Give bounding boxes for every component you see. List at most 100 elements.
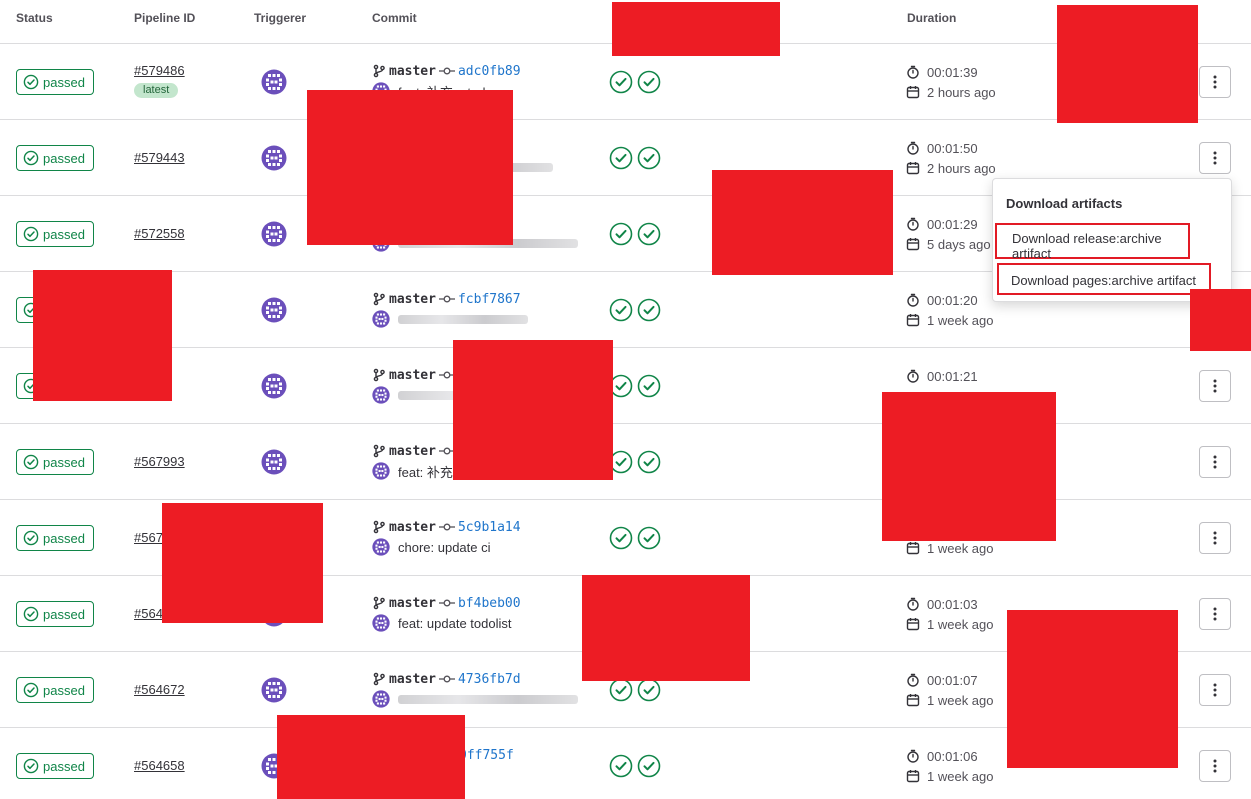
calendar-icon xyxy=(906,769,920,783)
timer-icon xyxy=(906,749,920,763)
commit-ref: master 4736fb7d xyxy=(372,670,521,688)
calendar-icon xyxy=(906,161,920,175)
calendar-icon xyxy=(906,693,920,707)
triggerer-avatar[interactable] xyxy=(261,145,287,171)
pipeline-id-link[interactable]: #564 xyxy=(134,606,163,621)
stage-success-icon[interactable] xyxy=(637,754,661,778)
status-badge[interactable]: passed xyxy=(16,753,94,779)
triggerer-avatar[interactable] xyxy=(261,449,287,475)
pipeline-actions-button[interactable] xyxy=(1199,142,1231,174)
commit-sha-link[interactable]: 5c9b1a14 xyxy=(458,520,521,535)
pipeline-actions-button[interactable] xyxy=(1199,750,1231,782)
commit-sha-link[interactable]: adc0fb89 xyxy=(458,64,521,79)
stage-success-icon[interactable] xyxy=(637,70,661,94)
stage-success-icon[interactable] xyxy=(609,298,633,322)
artifacts-dropdown: Download artifacts Download release:arch… xyxy=(992,178,1232,302)
branch-name[interactable]: master xyxy=(389,368,436,383)
branch-name[interactable]: master xyxy=(389,596,436,611)
redaction-block xyxy=(162,503,323,623)
author-avatar xyxy=(372,462,390,480)
check-circle-icon xyxy=(23,530,39,546)
finished-at: 1 week ago xyxy=(906,767,994,785)
timer-icon xyxy=(906,293,920,307)
stage-success-icon[interactable] xyxy=(609,526,633,550)
triggerer-avatar[interactable] xyxy=(261,69,287,95)
stage-success-icon[interactable] xyxy=(637,526,661,550)
pipeline-stages xyxy=(609,298,661,322)
pipeline-id-link[interactable]: #579443 xyxy=(134,150,185,165)
commit-sha-link[interactable]: bf4beb00 xyxy=(458,596,521,611)
branch-name[interactable]: master xyxy=(389,64,436,79)
status-badge[interactable]: passed xyxy=(16,69,94,95)
triggerer-avatar[interactable] xyxy=(261,677,287,703)
stage-success-icon[interactable] xyxy=(637,146,661,170)
status-badge[interactable]: passed xyxy=(16,601,94,627)
stage-success-icon[interactable] xyxy=(637,222,661,246)
duration: 00:01:20 xyxy=(906,291,978,309)
triggerer-avatar[interactable] xyxy=(261,373,287,399)
pipeline-id-link[interactable]: #567 xyxy=(134,530,163,545)
pipeline-stages xyxy=(609,70,661,94)
commit-ref: master xyxy=(372,442,458,460)
pipeline-id-link[interactable]: #564658 xyxy=(134,758,185,773)
triggerer-avatar[interactable] xyxy=(261,297,287,323)
status-badge[interactable]: passed xyxy=(16,525,94,551)
commit-ref: master 5c9b1a14 xyxy=(372,518,521,536)
commit-sha-link[interactable]: fcbf7867 xyxy=(458,292,521,307)
duration: 00:01:29 xyxy=(906,215,978,233)
status-badge[interactable]: passed xyxy=(16,677,94,703)
stage-success-icon[interactable] xyxy=(609,70,633,94)
calendar-icon xyxy=(906,237,920,251)
redaction-block xyxy=(33,270,172,401)
commit-sha-link[interactable]: 4736fb7d xyxy=(458,672,521,687)
check-circle-icon xyxy=(23,454,39,470)
commit-icon xyxy=(438,294,455,304)
pipeline-id-link[interactable]: #567993 xyxy=(134,454,185,469)
stage-success-icon[interactable] xyxy=(637,298,661,322)
redaction-block xyxy=(1190,289,1251,351)
commit-title-link[interactable]: chore: update ci xyxy=(398,540,491,555)
branch-name[interactable]: master xyxy=(389,520,436,535)
redaction-block xyxy=(882,392,1056,541)
stage-success-icon[interactable] xyxy=(609,754,633,778)
stage-success-icon[interactable] xyxy=(609,678,633,702)
pipeline-id-link[interactable]: #579486 xyxy=(134,63,185,78)
pipeline-actions-button[interactable] xyxy=(1199,598,1231,630)
pipeline-id-link[interactable]: #572558 xyxy=(134,226,185,241)
pipeline-actions-button[interactable] xyxy=(1199,66,1231,98)
triggerer-avatar[interactable] xyxy=(261,221,287,247)
status-badge[interactable]: passed xyxy=(16,145,94,171)
stage-success-icon[interactable] xyxy=(637,374,661,398)
pipeline-actions-button[interactable] xyxy=(1199,446,1231,478)
branch-icon xyxy=(372,520,386,534)
pipeline-actions-button[interactable] xyxy=(1199,674,1231,706)
branch-name[interactable]: master xyxy=(389,672,436,687)
status-badge[interactable]: passed xyxy=(16,449,94,475)
finished-at: 1 week ago xyxy=(906,691,994,709)
stage-success-icon[interactable] xyxy=(609,222,633,246)
status-badge[interactable]: passed xyxy=(16,221,94,247)
branch-icon xyxy=(372,368,386,382)
author-avatar xyxy=(372,690,390,708)
download-release-archive-item[interactable]: Download release:archive artifact xyxy=(995,223,1190,261)
timer-icon xyxy=(906,141,920,155)
commit-title-link[interactable]: feat: 补充 xyxy=(398,462,453,481)
branch-name[interactable]: master xyxy=(389,444,436,459)
dropdown-title: Download artifacts xyxy=(1006,196,1123,211)
pipeline-stages xyxy=(609,374,661,398)
commit-sha-link[interactable]: 0ff755f xyxy=(459,748,514,763)
download-pages-archive-item[interactable]: Download pages:archive artifact xyxy=(997,263,1211,295)
check-circle-icon xyxy=(23,74,39,90)
stage-success-icon[interactable] xyxy=(609,146,633,170)
commit-title-link[interactable]: feat: update todolist xyxy=(398,616,511,631)
author-avatar xyxy=(372,614,390,632)
pipeline-id-link[interactable]: #564672 xyxy=(134,682,185,697)
pipeline-actions-button[interactable] xyxy=(1199,370,1231,402)
pipeline-actions-button[interactable] xyxy=(1199,522,1231,554)
check-circle-icon xyxy=(23,226,39,242)
branch-name[interactable]: master xyxy=(389,292,436,307)
duration: 00:01:07 xyxy=(906,671,978,689)
stage-success-icon[interactable] xyxy=(637,450,661,474)
stage-success-icon[interactable] xyxy=(637,678,661,702)
latest-badge: latest xyxy=(134,83,179,98)
